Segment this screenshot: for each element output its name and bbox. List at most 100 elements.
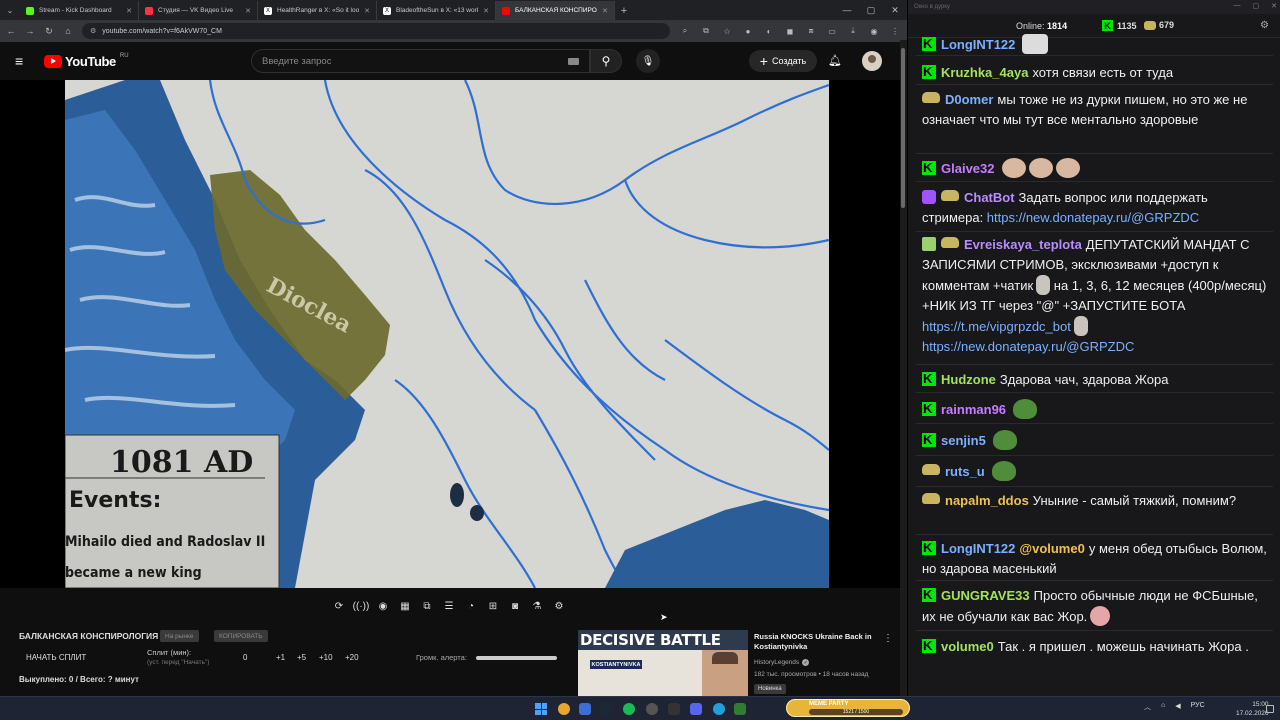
reload-icon[interactable]: ↻: [44, 26, 54, 37]
tab-vk-studio[interactable]: Студия — VK Видео Live ✕: [139, 1, 258, 20]
tab-kick-dashboard[interactable]: Stream - Kick Dashboard ✕: [20, 1, 139, 20]
site-info-icon[interactable]: ⚙: [90, 27, 96, 35]
more-options-icon[interactable]: ⋮: [883, 633, 893, 644]
extension-icon[interactable]: ◐: [763, 25, 775, 37]
tab-search-icon[interactable]: ⌄: [0, 1, 20, 20]
new-tab-button[interactable]: +: [615, 1, 633, 20]
close-tab-icon[interactable]: ✕: [483, 7, 489, 15]
forward-icon[interactable]: →: [25, 26, 35, 36]
extension-icon[interactable]: ◼: [784, 25, 796, 37]
add-5-button[interactable]: +5: [297, 653, 306, 662]
chat-nick[interactable]: LongINT122: [941, 541, 1015, 556]
chat-nick[interactable]: Glaive32: [941, 161, 995, 176]
minimize-icon[interactable]: —: [835, 0, 859, 20]
add-1-button[interactable]: +1: [276, 653, 285, 662]
close-tab-icon[interactable]: ✕: [602, 7, 608, 15]
tab-x-healthranger[interactable]: X HealthRanger в X: «So it looks li ✕: [258, 1, 377, 20]
app-icon[interactable]: [734, 703, 746, 715]
download-icon[interactable]: ⤓: [847, 25, 859, 37]
add-frame-icon[interactable]: ⊞: [484, 598, 502, 614]
maximize-icon[interactable]: ▢: [1253, 2, 1260, 10]
split-view-icon[interactable]: ▭: [826, 25, 838, 37]
close-tab-icon[interactable]: ✕: [126, 7, 132, 15]
profile-icon[interactable]: ◉: [868, 25, 880, 37]
add-10-button[interactable]: +10: [319, 653, 333, 662]
app-icon[interactable]: [668, 703, 680, 715]
notifications-icon[interactable]: [1266, 705, 1274, 713]
start-split-button[interactable]: НАЧАТЬ СПЛИТ: [26, 653, 86, 662]
create-button[interactable]: + Создать: [749, 50, 817, 72]
film-icon[interactable]: ▦: [396, 598, 414, 614]
watch-icon[interactable]: ◉: [374, 598, 392, 614]
obs-icon[interactable]: [646, 703, 658, 715]
close-tab-icon[interactable]: ✕: [364, 7, 370, 15]
youtube-logo[interactable]: YouTube RU: [44, 53, 129, 69]
tray-chevron-icon[interactable]: ︿: [1144, 702, 1151, 712]
status-pill[interactable]: На рынке: [160, 630, 199, 642]
video-thumbnail[interactable]: DECISIVE BATTLE KOSTIANTYNIVKA: [578, 630, 748, 696]
browser-menu-icon[interactable]: ⋮: [889, 25, 901, 37]
keyboard-icon[interactable]: [568, 58, 579, 65]
chat-nick[interactable]: ruts_u: [945, 464, 985, 479]
chat-nick[interactable]: ChatBot: [964, 190, 1015, 205]
media-icon[interactable]: [690, 703, 702, 715]
meme-party-widget[interactable]: MEME PARTY 1521 / 1500: [786, 699, 910, 717]
tab-youtube-active[interactable]: БАЛКАНСКАЯ КОНСПИРОЛОГ ✕: [496, 1, 615, 20]
donate-link[interactable]: https://new.donatepay.ru/@GRPZDC: [987, 210, 1199, 225]
recommended-title[interactable]: Russia KNOCKS Ukraine Back in Kostiantyn…: [754, 632, 884, 652]
donate-link[interactable]: https://new.donatepay.ru/@GRPZDC: [922, 339, 1134, 354]
loop-icon[interactable]: ⟳: [330, 598, 348, 614]
avatar[interactable]: [862, 51, 882, 71]
picture-in-picture-icon[interactable]: ⧉: [418, 598, 436, 614]
chat-nick[interactable]: Hudzone: [941, 372, 996, 387]
alert-volume-slider[interactable]: [476, 656, 557, 660]
copy-button[interactable]: КОПИРОВАТЬ: [214, 630, 268, 642]
recommended-video[interactable]: DECISIVE BATTLE KOSTIANTYNIVKA Russia KN…: [578, 630, 900, 696]
chat-nick[interactable]: senjin5: [941, 433, 986, 448]
search-input[interactable]: Введите запрос: [251, 49, 590, 73]
chat-nick[interactable]: napalm_ddos: [945, 493, 1029, 508]
broadcast-icon[interactable]: ((·)): [352, 598, 370, 614]
browser-app-icon[interactable]: [579, 703, 591, 715]
chat-nick[interactable]: rainman96: [941, 402, 1006, 417]
chat-nick[interactable]: volume0: [941, 639, 994, 654]
flask-icon[interactable]: ⚗: [528, 598, 546, 614]
minimize-icon[interactable]: —: [1234, 2, 1241, 10]
chrome-icon[interactable]: [558, 703, 570, 715]
add-20-button[interactable]: +20: [345, 653, 359, 662]
cast-icon[interactable]: ⧉: [700, 25, 712, 37]
extension-icon[interactable]: ●: [742, 25, 754, 37]
close-window-icon[interactable]: ✕: [883, 0, 907, 20]
page-scrollbar[interactable]: [900, 40, 907, 696]
chat-nick[interactable]: LongINT122: [941, 37, 1015, 52]
bookmark-star-icon[interactable]: ☆: [721, 25, 733, 37]
telegram-icon[interactable]: [713, 703, 725, 715]
address-bar[interactable]: ⚙ youtube.com/watch?v=f6AkVW70_CM: [82, 23, 670, 39]
windows-start-icon[interactable]: [535, 703, 547, 715]
clock[interactable]: 15:00 17.02.2026: [1236, 700, 1269, 718]
maximize-icon[interactable]: ▢: [859, 0, 883, 20]
tab-x-bladeofthesun[interactable]: X BladeoftheSun в X: «13 workers ✕: [377, 1, 496, 20]
menu-hamburger-icon[interactable]: ≡: [15, 53, 29, 69]
telegram-bot-link[interactable]: https://t.me/vipgrpzdc_bot: [922, 319, 1071, 334]
screenshot-camera-icon[interactable]: ◙: [506, 598, 524, 614]
close-window-icon[interactable]: ✕: [1271, 2, 1277, 10]
zoom-icon[interactable]: ⌕: [679, 25, 691, 37]
extensions-puzzle-icon[interactable]: ⧈: [805, 25, 817, 37]
chat-nick[interactable]: Kruzhka_4aya: [941, 65, 1028, 80]
spotify-icon[interactable]: [623, 703, 635, 715]
notifications-bell-icon[interactable]: 🔔︎: [828, 54, 842, 67]
volume-icon[interactable]: ◀︎: [1175, 702, 1180, 712]
recommended-channel[interactable]: HistoryLegends ✓: [754, 659, 810, 666]
speed-icon[interactable]: ◔: [462, 598, 480, 614]
chat-nick[interactable]: D0omer: [945, 92, 993, 107]
home-icon[interactable]: ⌂: [63, 26, 73, 36]
back-icon[interactable]: ←: [6, 26, 16, 36]
network-icon[interactable]: ⌂: [1161, 702, 1165, 712]
keyboard-language[interactable]: РУС: [1191, 702, 1205, 712]
scrollbar-thumb[interactable]: [901, 48, 905, 208]
settings-gear-icon[interactable]: ⚙: [550, 598, 568, 614]
chat-nick[interactable]: Evreiskaya_teplota: [964, 237, 1082, 252]
mention[interactable]: @volume0: [1019, 541, 1084, 556]
steam-icon[interactable]: [600, 703, 612, 715]
